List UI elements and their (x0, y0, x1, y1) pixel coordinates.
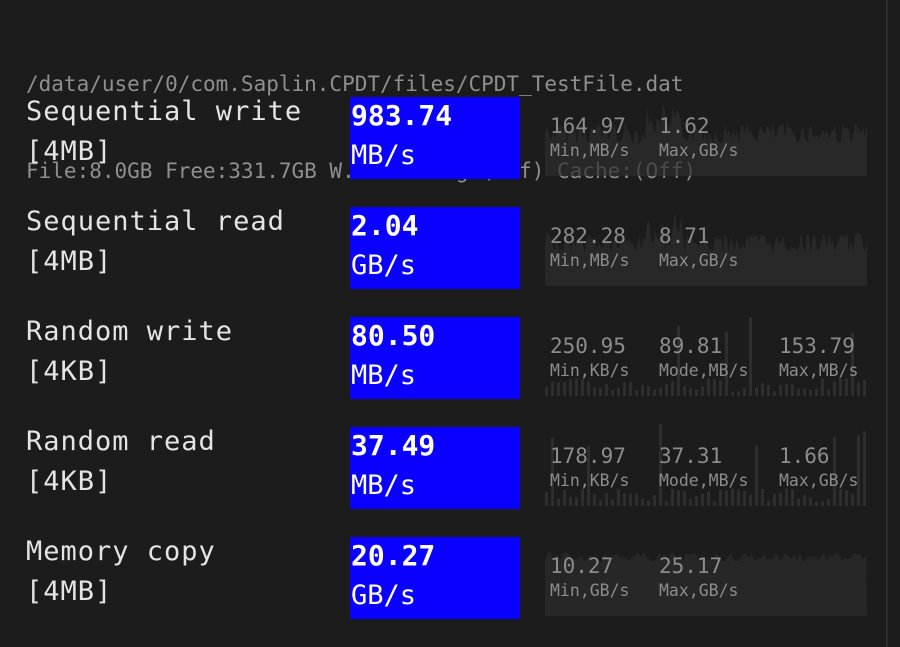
result-value: 2.04 (351, 209, 419, 242)
stat-max: 153.79 Max,MB/s (779, 334, 859, 380)
stat-mode: 89.81 Mode,MB/s (659, 334, 749, 380)
result-unit: GB/s (351, 250, 417, 281)
result-value: 20.27 (351, 539, 436, 572)
test-row-sequential-read: Sequential read [4MB] 2.04 GB/s 282.28 Min… (0, 202, 900, 312)
stat-max: 1.66 Max,GB/s (779, 444, 859, 490)
result-box: 2.04 GB/s (350, 207, 520, 289)
result-value: 37.49 (351, 429, 436, 462)
test-name: Sequential read [4MB] (26, 206, 285, 277)
result-box: 37.49 MB/s (350, 427, 520, 509)
test-name: Random write [4KB] (26, 316, 234, 387)
test-row-random-write: Random write [4KB] 80.50 MB/s 250.95 Min,K… (0, 312, 900, 422)
stat-max: 1.62 Max,GB/s (659, 114, 739, 160)
result-value: 983.74 (351, 99, 453, 132)
test-name: Sequential write [4MB] (26, 96, 303, 167)
stat-min: 10.27 Min,GB/s (550, 554, 630, 600)
test-row-sequential-write: Sequential write [4MB] 983.74 MB/s 164.97… (0, 92, 900, 202)
stat-max: 8.71 Max,GB/s (659, 224, 739, 270)
test-row-memory-copy: Memory copy [4MB] 20.27 GB/s 10.27 Min,GB/… (0, 532, 900, 642)
result-box: 983.74 MB/s (350, 97, 520, 179)
scrollbar[interactable] (886, 0, 888, 647)
stat-min: 178.97 Min,KB/s (550, 444, 630, 490)
stat-min: 282.28 Min,MB/s (550, 224, 630, 270)
result-unit: MB/s (351, 140, 417, 171)
result-unit: MB/s (351, 360, 417, 391)
result-box: 80.50 MB/s (350, 317, 520, 399)
test-row-random-read: Random read [4KB] 37.49 MB/s 178.97 Min,KB… (0, 422, 900, 532)
test-name: Random read [4KB] (26, 426, 216, 497)
stat-max: 25.17 Max,GB/s (659, 554, 739, 600)
result-box: 20.27 GB/s (350, 537, 520, 619)
test-name: Memory copy [4MB] (26, 536, 216, 607)
result-unit: GB/s (351, 580, 417, 611)
result-unit: MB/s (351, 470, 417, 501)
stat-min: 250.95 Min,KB/s (550, 334, 630, 380)
stat-min: 164.97 Min,MB/s (550, 114, 630, 160)
result-value: 80.50 (351, 319, 436, 352)
stat-mode: 37.31 Mode,MB/s (659, 444, 749, 490)
